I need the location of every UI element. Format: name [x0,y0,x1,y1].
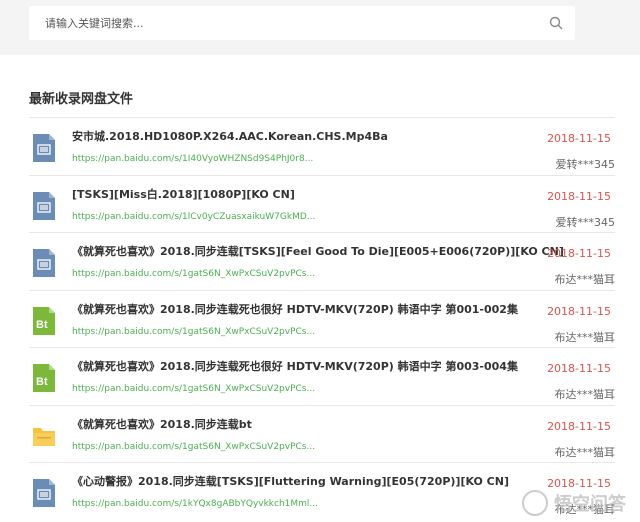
file-name[interactable]: 《就算死也喜欢》2018.同步连载死也很好 HDTV-MKV(720P) 韩语中… [72,358,518,374]
search-input[interactable]: 请输入关键词搜索... [45,15,144,31]
video-file-icon [33,249,55,277]
file-user: 布达***猫耳 [554,388,616,401]
file-row[interactable]: [TSKS][Miss白.2018][1080P][KO CN] https://… [29,174,616,233]
video-file-icon [33,134,55,162]
file-list: 安市城.2018.HD1080P.X264.AAC.Korean.CHS.Mp4… [29,117,615,520]
file-link[interactable]: https://pan.baidu.com/s/1gatS6N_XwPxCSuV… [72,269,315,279]
file-date: 2018-11-15 [547,132,611,145]
file-link[interactable]: https://pan.baidu.com/s/1I40VyoWHZNSd9S4… [72,154,313,164]
file-user: 布达***猫耳 [554,330,616,344]
file-user: 布达***猫耳 [554,273,616,286]
file-name[interactable]: [TSKS][Miss白.2018][1080P][KO CN] [72,186,295,202]
wukong-logo-icon [522,490,548,516]
section-title: 最新收录网盘文件 [29,92,134,107]
file-user: 爱转***345 [555,158,616,171]
file-link[interactable]: https://pan.baidu.com/s/1gatS6N_XwPxCSuV… [72,327,315,337]
file-row[interactable]: 安市城.2018.HD1080P.X264.AAC.Korean.CHS.Mp4… [29,117,615,175]
file-user: 布达***猫耳 [554,445,616,459]
file-link[interactable]: https://pan.baidu.com/s/1gatS6N_XwPxCSuV… [72,384,315,394]
watermark: 悟空问答 [522,490,626,516]
file-name[interactable]: 《就算死也喜欢》2018.同步连载bt [72,416,252,432]
video-file-icon [33,191,55,220]
file-name[interactable]: 《心动警报》2018.同步连载[TSKS][Fluttering Warning… [72,473,509,489]
file-row[interactable]: 《就算死也喜欢》2018.同步连载[TSKS][Feel Good To Die… [29,232,615,290]
file-date: 2018-11-15 [547,362,611,375]
bt-file-icon: Bt [33,306,55,335]
watermark-text: 悟空问答 [554,494,626,515]
file-date: 2018-11-15 [547,419,611,433]
file-date: 2018-11-15 [547,304,611,318]
file-name[interactable]: 《就算死也喜欢》2018.同步连载死也很好 HDTV-MKV(720P) 韩语中… [72,301,518,317]
file-name[interactable]: 《就算死也喜欢》2018.同步连载[TSKS][Feel Good To Die… [72,243,564,259]
content-panel: 最新收录网盘文件 安市城.2018.HD1080P.X264.AAC.Korea… [0,55,640,522]
file-link[interactable]: https://pan.baidu.com/s/1kYQx8gABbYQyvkk… [72,499,318,509]
svg-text:Bt: Bt [36,319,48,331]
file-link[interactable]: https://pan.baidu.com/s/1gatS6N_XwPxCSuV… [72,442,315,452]
file-user: 爱转***345 [555,215,616,229]
bt-file-icon: Bt [33,364,55,392]
file-link[interactable]: https://pan.baidu.com/s/1lCv0yCZuasxaiku… [72,212,315,222]
file-date: 2018-11-15 [547,189,611,203]
folder-icon [33,422,55,450]
file-name[interactable]: 安市城.2018.HD1080P.X264.AAC.Korean.CHS.Mp4… [72,128,388,144]
svg-text:Bt: Bt [36,376,48,388]
file-row[interactable]: 《就算死也喜欢》2018.同步连载bt https://pan.baidu.com… [29,404,616,463]
file-row[interactable]: Bt 《就算死也喜欢》2018.同步连载死也很好 HDTV-MKV(720P) 韩… [29,289,616,348]
file-date: 2018-11-15 [547,477,611,490]
search-icon[interactable] [549,16,563,30]
search-bar[interactable]: 请输入关键词搜索... [29,6,575,40]
file-row[interactable]: Bt 《就算死也喜欢》2018.同步连载死也很好 HDTV-MKV(720P) 韩… [29,347,615,405]
file-date: 2018-11-15 [547,247,611,260]
video-file-icon [33,479,55,507]
